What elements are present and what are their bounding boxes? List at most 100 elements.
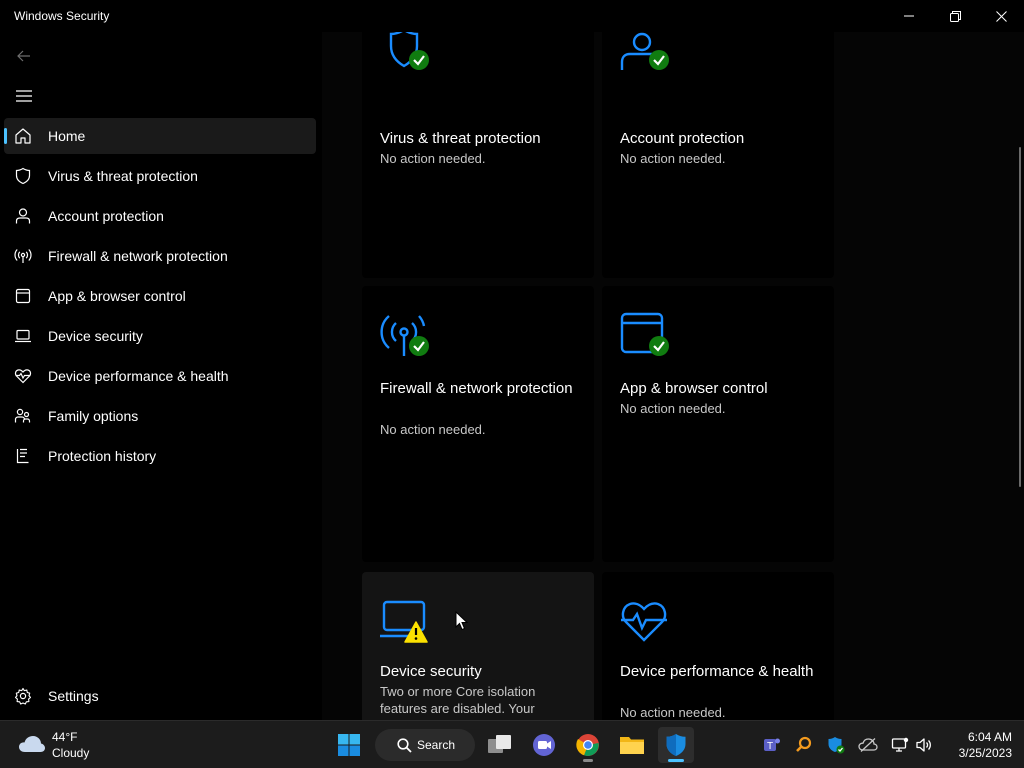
- teams-tray-icon[interactable]: T: [760, 733, 784, 757]
- card-title: Device security: [380, 663, 482, 680]
- close-button[interactable]: [978, 0, 1024, 32]
- clock-date: 3/25/2023: [958, 746, 1012, 760]
- windows-security-icon: [666, 734, 686, 756]
- restore-button[interactable]: [932, 0, 978, 32]
- minimize-icon: [904, 15, 914, 17]
- windows-security-taskbar-button[interactable]: [658, 727, 694, 763]
- sidebar-item-virus-threat-protection[interactable]: Virus & threat protection: [4, 158, 316, 194]
- sidebar-item-label: Family options: [48, 408, 139, 424]
- minimize-button[interactable]: [886, 0, 932, 32]
- restore-icon: [949, 10, 961, 22]
- chat-button[interactable]: [526, 727, 562, 763]
- svg-text:T: T: [767, 741, 773, 752]
- sidebar-item-label: Account protection: [48, 208, 164, 224]
- sidebar-item-protection-history[interactable]: Protection history: [4, 438, 316, 474]
- heart-pulse-icon: [621, 602, 667, 642]
- chrome-icon: [576, 734, 599, 756]
- gear-icon: [14, 687, 32, 705]
- shield-check-icon: [389, 32, 429, 70]
- close-icon: [995, 10, 1007, 22]
- back-button[interactable]: [12, 46, 36, 66]
- card-firewall-network-protection[interactable]: Firewall & network protection No action …: [362, 286, 594, 562]
- task-view-icon: [488, 735, 511, 753]
- person-check-icon: [620, 32, 669, 70]
- card-app-browser-control[interactable]: App & browser control No action needed.: [602, 286, 834, 562]
- shield-icon: [14, 167, 32, 185]
- task-view-button[interactable]: [482, 727, 518, 763]
- taskbar: 44°F Cloudy Search T 6:04 AM 3/25/2023: [0, 720, 1024, 768]
- history-icon: [14, 447, 32, 465]
- sidebar-item-account-protection[interactable]: Account protection: [4, 198, 316, 234]
- person-icon: [14, 207, 32, 225]
- chat-icon: [533, 734, 555, 756]
- weather-condition: Cloudy: [52, 746, 90, 760]
- card-status: No action needed.: [620, 151, 726, 166]
- active-indicator: [668, 759, 684, 762]
- start-icon: [338, 734, 360, 756]
- back-arrow-icon: [17, 50, 30, 62]
- sidebar-item-label: Firewall & network protection: [48, 248, 228, 264]
- card-title: Account protection: [620, 130, 745, 147]
- weather-widget[interactable]: 44°F Cloudy: [14, 729, 124, 761]
- running-indicator: [583, 759, 593, 762]
- sidebar-item-firewall-network-protection[interactable]: Firewall & network protection: [4, 238, 316, 274]
- window-title: Windows Security: [14, 9, 110, 23]
- sidebar-item-label: Device performance & health: [48, 368, 229, 384]
- card-virus-threat-protection[interactable]: Virus & threat protection No action need…: [362, 32, 594, 278]
- sidebar-item-device-security[interactable]: Device security: [4, 318, 316, 354]
- sidebar-item-label: Protection history: [48, 448, 157, 464]
- card-title: Firewall & network protection: [380, 380, 573, 397]
- home-icon: [14, 127, 32, 145]
- card-title: Device performance & health: [620, 663, 814, 680]
- laptop-icon: [14, 327, 32, 345]
- volume-tray-icon[interactable]: [912, 733, 936, 757]
- card-title: App & browser control: [620, 380, 768, 397]
- sidebar-item-label: Virus & threat protection: [48, 168, 198, 184]
- clock-time: 6:04 AM: [967, 730, 1012, 744]
- sidebar-item-label: Device security: [48, 328, 143, 344]
- sidebar-item-label: Home: [48, 128, 86, 144]
- card-status: Two or more Core isolation features are …: [380, 684, 536, 716]
- file-explorer-button[interactable]: [614, 727, 650, 763]
- sidebar-item-label: App & browser control: [48, 288, 186, 304]
- settings-label: Settings: [48, 688, 99, 704]
- heart-pulse-icon: [14, 367, 32, 385]
- start-button[interactable]: [331, 727, 367, 763]
- card-status: No action needed.: [380, 422, 486, 437]
- onedrive-tray-icon[interactable]: [856, 733, 880, 757]
- app-window-icon: [14, 287, 32, 305]
- search-tool-tray-icon[interactable]: [792, 733, 816, 757]
- app-window-check-icon: [620, 312, 669, 356]
- search-icon: [397, 738, 412, 753]
- antenna-icon: [14, 247, 32, 265]
- network-tray-icon[interactable]: [888, 733, 912, 757]
- chrome-button[interactable]: [570, 727, 606, 763]
- sidebar-item-family-options[interactable]: Family options: [4, 398, 316, 434]
- title-bar: Windows Security: [0, 0, 1024, 32]
- antenna-check-icon: [380, 315, 429, 356]
- sidebar-item-app-browser-control[interactable]: App & browser control: [4, 278, 316, 314]
- weather-temperature: 44°F: [52, 730, 78, 744]
- family-icon: [14, 407, 32, 425]
- sidebar-item-settings[interactable]: Settings: [4, 678, 316, 714]
- sidebar-item-home[interactable]: Home: [4, 118, 316, 154]
- hamburger-menu-button[interactable]: [12, 86, 36, 106]
- taskbar-clock[interactable]: 6:04 AM 3/25/2023: [944, 729, 1012, 761]
- hamburger-icon: [16, 90, 32, 102]
- main-content: Virus & threat protection No action need…: [322, 32, 1024, 720]
- card-device-performance-health[interactable]: Device performance & health No action ne…: [602, 572, 834, 720]
- mouse-cursor-icon: [455, 611, 469, 631]
- card-status: No action needed.: [620, 705, 726, 720]
- file-explorer-icon: [620, 737, 644, 754]
- vertical-scrollbar[interactable]: [1019, 147, 1021, 487]
- card-status: No action needed.: [620, 401, 726, 416]
- card-device-security[interactable]: Device security Two or more Core isolati…: [362, 572, 594, 720]
- taskbar-search-button[interactable]: Search: [375, 729, 475, 761]
- card-account-protection[interactable]: Account protection No action needed.: [602, 32, 834, 278]
- card-title: Virus & threat protection: [380, 130, 541, 147]
- sidebar: Home Virus & threat protection Account p…: [0, 32, 322, 720]
- laptop-warning-icon: [380, 600, 428, 643]
- card-status: No action needed.: [380, 151, 486, 166]
- sidebar-item-device-performance-health[interactable]: Device performance & health: [4, 358, 316, 394]
- security-tray-icon[interactable]: [824, 733, 848, 757]
